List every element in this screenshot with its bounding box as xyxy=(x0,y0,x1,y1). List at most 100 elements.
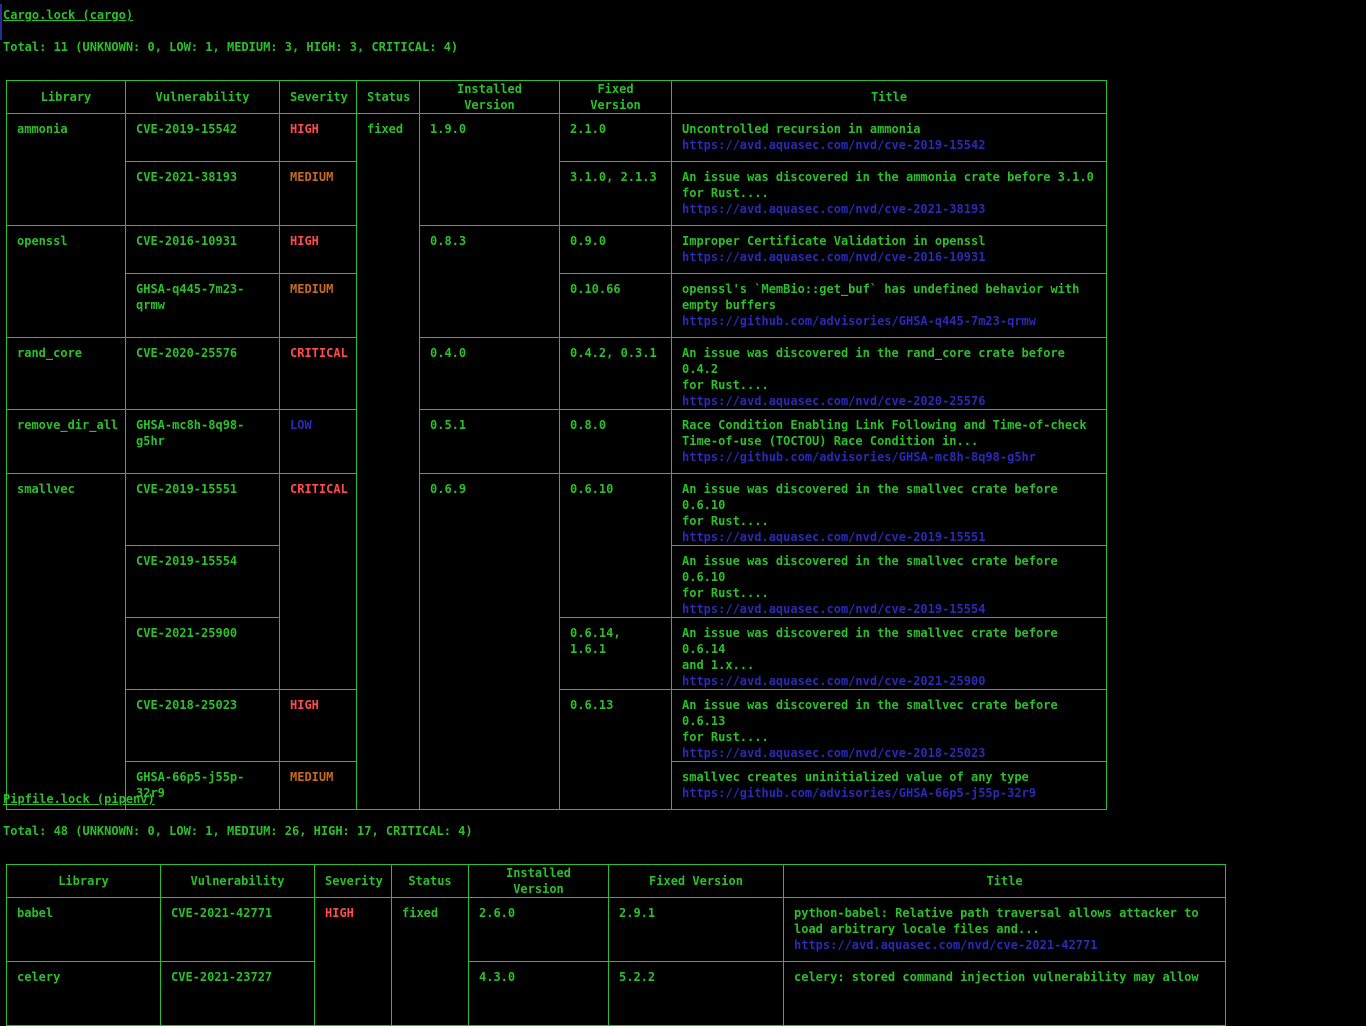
advisory-link[interactable]: https://avd.aquasec.com/nvd/cve-2018-250… xyxy=(682,745,1096,761)
cell-library: openssl xyxy=(6,225,126,338)
column-header-vulnerability: Vulnerability xyxy=(125,80,280,114)
cell-vulnerability: CVE-2016-10931 xyxy=(125,225,280,274)
column-header-fixed-version: Fixed Version xyxy=(608,864,784,898)
cell-library: rand_core xyxy=(6,337,126,410)
cell-vulnerability: CVE-2021-38193 xyxy=(125,161,280,226)
cell-vulnerability: GHSA-q445-7m23-qrmw xyxy=(125,273,280,338)
cell-installed-version: 0.8.3 xyxy=(419,225,560,338)
column-header-library: Library xyxy=(6,80,126,114)
title-text: smallvec creates uninitialized value of … xyxy=(682,770,1029,784)
cell-title: Uncontrolled recursion in ammonia https:/… xyxy=(671,113,1107,162)
cell-fixed-version: 0.10.66 xyxy=(559,273,672,338)
cell-fixed-version: 0.6.14, 1.6.1 xyxy=(559,617,672,690)
cell-installed-version: 0.5.1 xyxy=(419,409,560,474)
cell-installed-version: 2.6.0 xyxy=(468,897,609,962)
advisory-link[interactable]: https://avd.aquasec.com/nvd/cve-2021-381… xyxy=(682,201,1096,217)
column-header-vulnerability: Vulnerability xyxy=(160,864,315,898)
title-text: Improper Certificate Validation in opens… xyxy=(682,234,986,248)
table-row: rand_core CVE-2020-25576 CRITICAL 0.4.0 … xyxy=(6,337,1107,410)
cell-title: Race Condition Enabling Link Following a… xyxy=(671,409,1107,474)
vulnerability-table-cargo: Library Vulnerability Severity Status In… xyxy=(6,80,1107,810)
cell-fixed-version: 2.1.0 xyxy=(559,113,672,162)
column-header-status: Status xyxy=(356,80,420,114)
cell-vulnerability: CVE-2020-25576 xyxy=(125,337,280,410)
cell-severity: HIGH xyxy=(314,897,392,1026)
cell-fixed-version: 0.8.0 xyxy=(559,409,672,474)
column-header-title: Title xyxy=(671,80,1107,114)
cell-title: openssl's `MemBio::get_buf` has undefine… xyxy=(671,273,1107,338)
column-header-fixed-version: Fixed Version xyxy=(559,80,672,114)
table-row: babel CVE-2021-42771 HIGH fixed 2.6.0 2.… xyxy=(6,897,1226,1026)
cell-vulnerability: CVE-2021-42771 xyxy=(160,897,315,962)
column-header-installed-version: Installed Version xyxy=(419,80,560,114)
cell-status: fixed xyxy=(356,113,420,810)
title-text: An issue was discovered in the smallvec … xyxy=(682,698,1058,744)
cell-library: remove_dir_all xyxy=(6,409,126,474)
cell-fixed-version: 0.6.10 xyxy=(559,473,672,618)
advisory-link[interactable]: https://avd.aquasec.com/nvd/cve-2019-155… xyxy=(682,137,1096,153)
table-header-row: Library Vulnerability Severity Status In… xyxy=(6,80,1107,114)
title-text: celery: stored command injection vulnera… xyxy=(794,970,1199,984)
title-text: An issue was discovered in the rand_core… xyxy=(682,346,1065,392)
cell-title: An issue was discovered in the smallvec … xyxy=(671,617,1107,690)
cell-severity: MEDIUM xyxy=(279,161,357,226)
cell-library: celery xyxy=(6,961,161,1026)
cell-library: babel xyxy=(6,897,161,962)
advisory-link[interactable]: https://avd.aquasec.com/nvd/cve-2019-155… xyxy=(682,529,1096,545)
table-row: openssl CVE-2016-10931 HIGH 0.8.3 0.9.0 … xyxy=(6,225,1107,338)
title-text: An issue was discovered in the smallvec … xyxy=(682,482,1058,528)
cell-severity: HIGH xyxy=(279,113,357,162)
total-summary-pipenv: Total: 48 (UNKNOWN: 0, LOW: 1, MEDIUM: 2… xyxy=(3,824,473,838)
section-heading-cargo[interactable]: Cargo.lock (cargo) xyxy=(3,8,133,22)
cell-installed-version: 0.6.9 xyxy=(419,473,560,810)
cell-vulnerability: CVE-2021-23727 xyxy=(160,961,315,1026)
cell-installed-version: 4.3.0 xyxy=(468,961,609,1026)
title-text: python-babel: Relative path traversal al… xyxy=(794,906,1199,936)
advisory-link[interactable]: https://avd.aquasec.com/nvd/cve-2016-109… xyxy=(682,249,1096,265)
cell-severity: CRITICAL xyxy=(279,337,357,410)
cell-fixed-version: 3.1.0, 2.1.3 xyxy=(559,161,672,226)
table-row: remove_dir_all GHSA-mc8h-8q98-g5hr LOW 0… xyxy=(6,409,1107,474)
terminal-cursor xyxy=(0,4,2,40)
title-text: openssl's `MemBio::get_buf` has undefine… xyxy=(682,282,1080,312)
cell-library: ammonia xyxy=(6,113,126,226)
advisory-link[interactable]: https://github.com/advisories/GHSA-mc8h-… xyxy=(682,449,1096,465)
cell-vulnerability: CVE-2018-25023 xyxy=(125,689,280,762)
section-heading-pipenv[interactable]: Pipfile.lock (pipenv) xyxy=(3,792,155,806)
cell-vulnerability: CVE-2021-25900 xyxy=(125,617,280,690)
advisory-link[interactable]: https://avd.aquasec.com/nvd/cve-2021-259… xyxy=(682,673,1096,689)
cell-status: fixed xyxy=(391,897,469,1026)
cell-title: An issue was discovered in the rand_core… xyxy=(671,337,1107,410)
table-header-row: Library Vulnerability Severity Status In… xyxy=(6,864,1226,898)
cell-severity: CRITICAL xyxy=(279,473,357,690)
title-text: An issue was discovered in the smallvec … xyxy=(682,554,1058,600)
column-header-library: Library xyxy=(6,864,161,898)
cell-title: An issue was discovered in the smallvec … xyxy=(671,689,1107,762)
cell-vulnerability: GHSA-mc8h-8q98-g5hr xyxy=(125,409,280,474)
advisory-link[interactable]: https://avd.aquasec.com/nvd/cve-2019-155… xyxy=(682,601,1096,617)
cell-title: An issue was discovered in the smallvec … xyxy=(671,473,1107,546)
cell-severity: HIGH xyxy=(279,689,357,762)
cell-title: python-babel: Relative path traversal al… xyxy=(783,897,1226,962)
column-header-severity: Severity xyxy=(279,80,357,114)
cell-title: An issue was discovered in the ammonia c… xyxy=(671,161,1107,226)
cell-severity: LOW xyxy=(279,409,357,474)
table-row: celery CVE-2021-23727 4.3.0 5.2.2 celery… xyxy=(6,961,1226,1026)
table-row: smallvec CVE-2019-15551 CRITICAL 0.6.9 0… xyxy=(6,473,1107,810)
cell-fixed-version: 0.4.2, 0.3.1 xyxy=(559,337,672,410)
advisory-link[interactable]: https://avd.aquasec.com/nvd/cve-2021-427… xyxy=(794,937,1215,953)
cell-title: An issue was discovered in the smallvec … xyxy=(671,545,1107,618)
cell-library: smallvec xyxy=(6,473,126,810)
table-row: ammonia CVE-2019-15542 HIGH fixed 1.9.0 … xyxy=(6,113,1107,810)
column-header-title: Title xyxy=(783,864,1226,898)
title-text: Uncontrolled recursion in ammonia xyxy=(682,122,921,136)
cell-severity: MEDIUM xyxy=(279,273,357,338)
advisory-link[interactable]: https://avd.aquasec.com/nvd/cve-2020-255… xyxy=(682,393,1096,409)
title-text: An issue was discovered in the ammonia c… xyxy=(682,170,1094,200)
vulnerability-table-pipenv: Library Vulnerability Severity Status In… xyxy=(6,864,1226,1026)
advisory-link[interactable]: https://github.com/advisories/GHSA-q445-… xyxy=(682,313,1096,329)
advisory-link[interactable]: https://github.com/advisories/GHSA-66p5-… xyxy=(682,785,1096,801)
title-text: An issue was discovered in the smallvec … xyxy=(682,626,1058,672)
total-summary-cargo: Total: 11 (UNKNOWN: 0, LOW: 1, MEDIUM: 3… xyxy=(3,40,459,54)
cell-fixed-version: 0.9.0 xyxy=(559,225,672,274)
